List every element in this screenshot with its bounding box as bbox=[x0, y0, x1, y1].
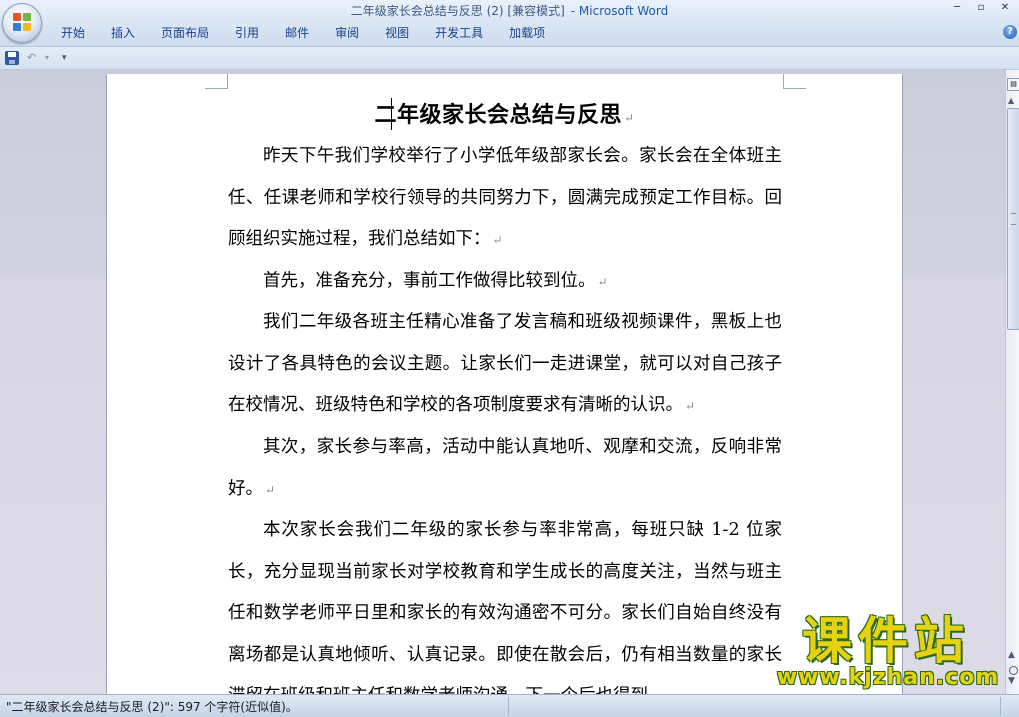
grip-icon bbox=[1011, 213, 1016, 225]
window-controls: ─ ▫ ✕ bbox=[951, 2, 1011, 13]
crop-mark-top-left bbox=[205, 74, 228, 89]
minimize-button[interactable]: ─ bbox=[951, 2, 963, 13]
previous-page-icon[interactable]: ▲ bbox=[1008, 650, 1015, 660]
title-bar: 二年级家长会总结与反思 (2) [兼容模式] - Microsoft Word ─… bbox=[0, 0, 1019, 47]
paragraph-mark: ↵ bbox=[265, 482, 276, 497]
paragraph[interactable]: 昨天下午我们学校举行了小学低年级部家长会。家长会在全体班主任、任课老师和学校行领… bbox=[228, 136, 782, 262]
customize-toolbar-icon[interactable]: ▾ bbox=[62, 50, 67, 66]
paragraph-text: 昨天下午我们学校举行了小学低年级部家长会。家长会在全体班主任、任课老师和学校行领… bbox=[228, 146, 782, 249]
document-title-label: 二年级家长会总结与反思 (2) [兼容模式] bbox=[350, 4, 565, 18]
paragraph-text: 本次家长会我们二年级的家长参与率非常高，每班只缺 1-2 位家长，充分显现当前家… bbox=[228, 520, 782, 694]
paragraph[interactable]: 首先，准备充分，事前工作做得比较到位。 ↵ bbox=[228, 261, 782, 304]
undo-dropdown-icon[interactable]: ▾ bbox=[45, 50, 49, 66]
heading-text: 二年级家长会总结与反思 bbox=[374, 102, 622, 128]
close-button[interactable]: ✕ bbox=[999, 2, 1011, 13]
paragraph-mark: ↵ bbox=[685, 399, 696, 413]
save-icon[interactable] bbox=[5, 51, 19, 65]
status-divider bbox=[508, 697, 509, 715]
paragraph-text: 首先，准备充分，事前工作做得比较到位。 bbox=[263, 271, 596, 291]
view-ruler-icon[interactable]: ▤ bbox=[1007, 78, 1019, 91]
crop-mark-top-right bbox=[783, 74, 806, 89]
vertical-scrollbar[interactable]: ▤ ▲ ▲ ▼ bbox=[1005, 70, 1019, 694]
help-icon[interactable]: ? bbox=[1003, 25, 1017, 39]
paragraph-mark: ↵ bbox=[597, 275, 608, 289]
tab-insert[interactable]: 插入 bbox=[98, 22, 148, 44]
paragraph-text: 其次，家长参与率高，活动中能认真地听、观摩和交流，反响非常好。 bbox=[228, 437, 782, 499]
document-heading[interactable]: 二年级家长会总结与反思 ↵ bbox=[107, 100, 902, 133]
quick-access-toolbar: ↶ ▾ ▾ bbox=[0, 47, 1019, 70]
tab-view[interactable]: 视图 bbox=[372, 22, 422, 44]
window-title: 二年级家长会总结与反思 (2) [兼容模式] - Microsoft Word bbox=[0, 2, 1019, 19]
paragraph[interactable]: 其次，家长参与率高，活动中能认真地听、观摩和交流，反响非常好。 ↵ bbox=[228, 427, 782, 511]
scroll-thumb[interactable] bbox=[1007, 108, 1019, 330]
paragraph-mark: ↵ bbox=[492, 233, 503, 247]
tab-home[interactable]: 开始 bbox=[48, 22, 98, 44]
watermark-url: www.kjzhan.com bbox=[776, 665, 1000, 690]
tab-review[interactable]: 审阅 bbox=[322, 22, 372, 44]
tab-developer[interactable]: 开发工具 bbox=[422, 22, 496, 44]
browse-object-icon[interactable] bbox=[1009, 666, 1018, 675]
next-page-icon[interactable]: ▼ bbox=[1008, 676, 1015, 686]
app-name-label: - Microsoft Word bbox=[570, 4, 669, 18]
tab-references[interactable]: 引用 bbox=[222, 22, 272, 44]
paragraph-text: 我们二年级各班主任精心准备了发言稿和班级视频课件，黑板上也设计了各具特色的会议主… bbox=[228, 312, 782, 415]
word-count-status[interactable]: "二年级家长会总结与反思 (2)": 597 个字符(近似值)。 bbox=[6, 698, 298, 715]
ribbon-tabs: 开始 插入 页面布局 引用 邮件 审阅 视图 开发工具 加载项 bbox=[48, 22, 558, 44]
document-workspace: 二年级家长会总结与反思 ↵ 昨天下午我们学校举行了小学低年级部家长会。家长会在全体… bbox=[0, 70, 1005, 694]
paragraph-mark: ↵ bbox=[623, 111, 635, 125]
paragraph[interactable]: 我们二年级各班主任精心准备了发言稿和班级视频课件，黑板上也设计了各具特色的会议主… bbox=[228, 302, 782, 428]
watermark-logo: 课件站 bbox=[802, 612, 970, 670]
tab-add-ins[interactable]: 加载项 bbox=[496, 22, 558, 44]
document-page[interactable]: 二年级家长会总结与反思 ↵ 昨天下午我们学校举行了小学低年级部家长会。家长会在全体… bbox=[107, 74, 902, 694]
paragraph[interactable]: 本次家长会我们二年级的家长参与率非常高，每班只缺 1-2 位家长，充分显现当前家… bbox=[228, 510, 782, 694]
restore-button[interactable]: ▫ bbox=[975, 2, 987, 13]
status-divider bbox=[1000, 697, 1001, 715]
tab-page-layout[interactable]: 页面布局 bbox=[148, 22, 222, 44]
undo-icon[interactable]: ↶ bbox=[27, 50, 36, 66]
tab-mailings[interactable]: 邮件 bbox=[272, 22, 322, 44]
status-bar: "二年级家长会总结与反思 (2)": 597 个字符(近似值)。 bbox=[0, 694, 1019, 717]
scroll-up-icon[interactable]: ▲ bbox=[1008, 96, 1014, 105]
